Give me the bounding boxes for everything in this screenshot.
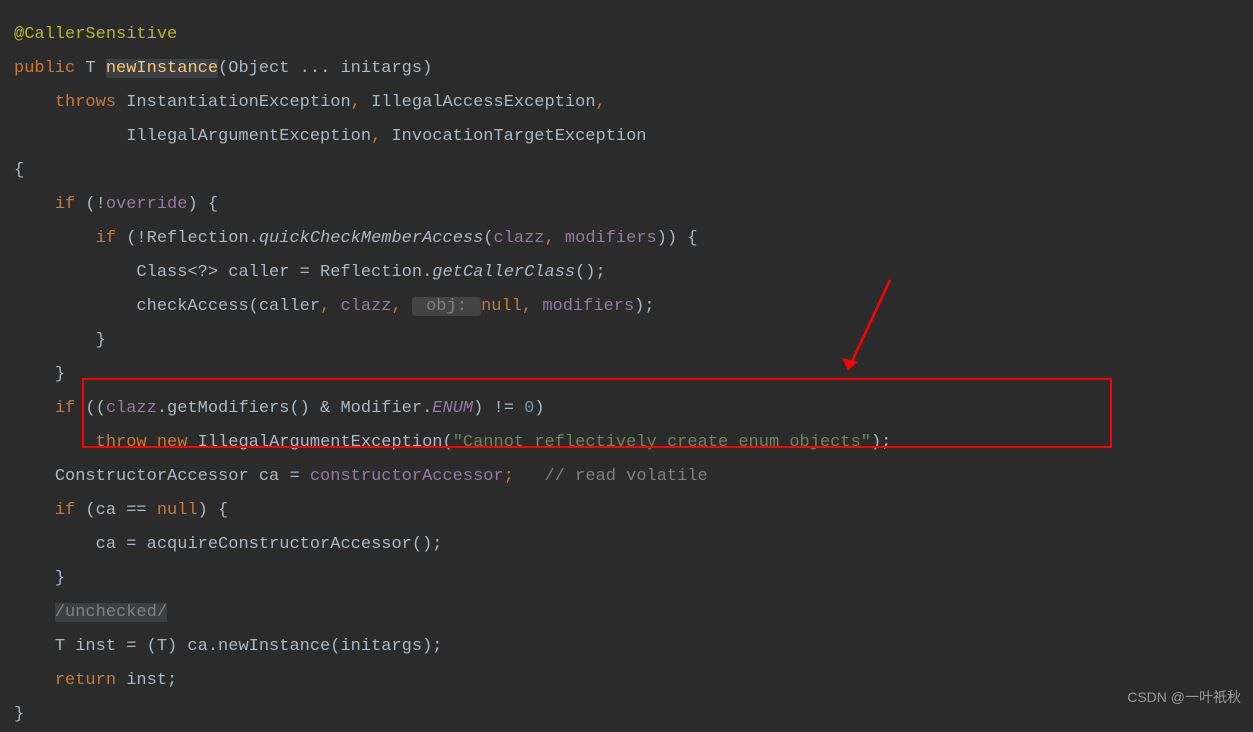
code-line: checkAccess(caller, clazz, obj: null, mo… <box>14 290 1239 324</box>
code-line: ConstructorAccessor ca = constructorAcce… <box>14 460 1239 494</box>
code-line: } <box>14 698 1239 732</box>
code-line: @CallerSensitive <box>14 18 1239 52</box>
code-line: if ((clazz.getModifiers() & Modifier.ENU… <box>14 392 1239 426</box>
code-line: return inst; <box>14 664 1239 698</box>
code-line: } <box>14 324 1239 358</box>
code-line: } <box>14 358 1239 392</box>
code-line: throw new IllegalArgumentException("Cann… <box>14 426 1239 460</box>
code-line: { <box>14 154 1239 188</box>
code-line: if (!override) { <box>14 188 1239 222</box>
code-line: ca = acquireConstructorAccessor(); <box>14 528 1239 562</box>
code-line: throws InstantiationException, IllegalAc… <box>14 86 1239 120</box>
watermark: CSDN @一叶祇秋 <box>1127 680 1241 714</box>
code-line: T inst = (T) ca.newInstance(initargs); <box>14 630 1239 664</box>
code-line: /unchecked/ <box>14 596 1239 630</box>
code-line: IllegalArgumentException, InvocationTarg… <box>14 120 1239 154</box>
code-line: } <box>14 562 1239 596</box>
code-line: if (ca == null) { <box>14 494 1239 528</box>
code-editor[interactable]: @CallerSensitive public T newInstance(Ob… <box>14 18 1239 732</box>
method-name: newInstance <box>106 59 218 78</box>
code-line: if (!Reflection.quickCheckMemberAccess(c… <box>14 222 1239 256</box>
code-line: public T newInstance(Object ... initargs… <box>14 52 1239 86</box>
parameter-hint: obj: <box>412 297 481 316</box>
code-line: Class<?> caller = Reflection.getCallerCl… <box>14 256 1239 290</box>
annotation: @CallerSensitive <box>14 25 177 44</box>
